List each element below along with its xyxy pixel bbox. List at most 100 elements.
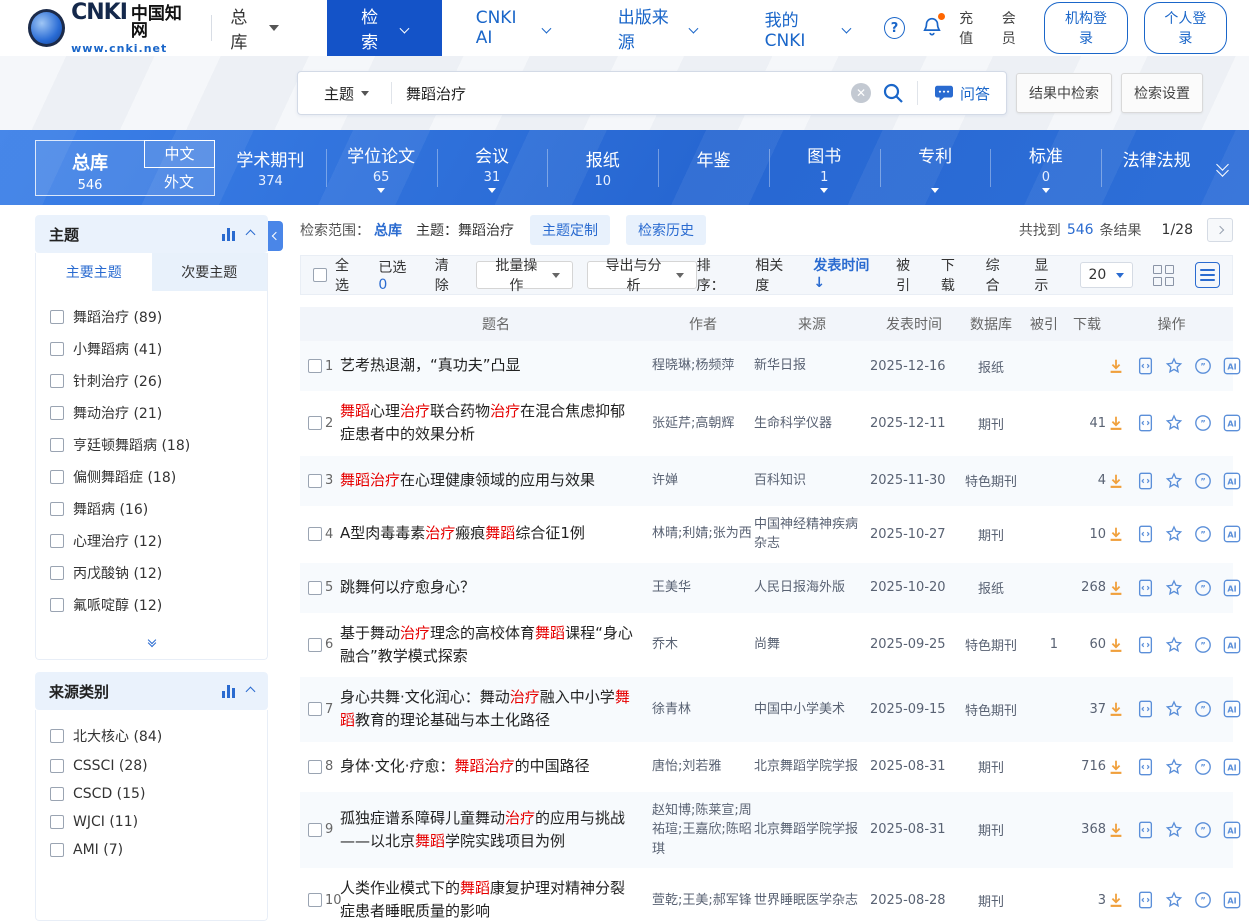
- result-authors[interactable]: 唐怡;刘若雅: [652, 757, 754, 777]
- subject-item-5[interactable]: 偏侧舞蹈症 (18): [36, 461, 267, 493]
- favorite-icon[interactable]: [1164, 524, 1184, 544]
- checkbox[interactable]: [50, 502, 64, 516]
- more-databases-icon[interactable]: [1218, 160, 1227, 175]
- checkbox[interactable]: [50, 374, 64, 388]
- select-all-label[interactable]: 全选: [335, 255, 362, 295]
- checkbox[interactable]: [50, 534, 64, 548]
- result-source[interactable]: 百科知识: [754, 471, 870, 491]
- lang-tab-1[interactable]: 外文: [144, 168, 214, 195]
- db-tab-0[interactable]: 学术期刊374: [215, 140, 326, 196]
- result-source[interactable]: 北京舞蹈学院学报: [754, 757, 870, 777]
- row-checkbox[interactable]: [308, 581, 322, 595]
- favorite-icon[interactable]: [1164, 699, 1184, 719]
- sort-option-3[interactable]: 下载: [941, 255, 968, 295]
- zongku-dropdown[interactable]: 总库: [230, 3, 279, 53]
- org-login-button[interactable]: 机构登录: [1044, 2, 1127, 54]
- result-title-link[interactable]: 跳舞何以疗愈身心？: [340, 576, 652, 599]
- result-authors[interactable]: 林晴;利婧;张为西: [652, 524, 754, 544]
- cnki-logo[interactable]: CNKI 中国知网 www.cnki.net: [28, 2, 195, 54]
- download-icon[interactable]: [1106, 890, 1126, 910]
- nav-item-2[interactable]: 出版来源: [584, 0, 731, 56]
- cite-icon[interactable]: ”: [1193, 356, 1213, 376]
- checkbox[interactable]: [50, 342, 64, 356]
- db-tab-total[interactable]: 总库 546: [36, 141, 144, 195]
- ai-icon[interactable]: AI: [1222, 890, 1242, 910]
- search-in-results-button[interactable]: 结果中检索: [1016, 73, 1112, 113]
- subject-item-0[interactable]: 舞蹈治疗 (89): [36, 301, 267, 333]
- result-title-link[interactable]: 艺考热退潮，“真功夫”凸显: [340, 354, 652, 377]
- ai-icon[interactable]: AI: [1222, 471, 1242, 491]
- result-source[interactable]: 尚舞: [754, 635, 870, 655]
- result-authors[interactable]: 徐青林: [652, 700, 754, 720]
- db-tab-4[interactable]: 年鉴: [658, 140, 769, 196]
- ai-icon[interactable]: AI: [1222, 757, 1242, 777]
- subject-item-6[interactable]: 舞蹈病 (16): [36, 493, 267, 525]
- html-read-icon[interactable]: [1135, 413, 1155, 433]
- scope-db-link[interactable]: 总库: [374, 220, 402, 240]
- lang-tab-0[interactable]: 中文: [144, 140, 215, 169]
- cite-icon[interactable]: ”: [1193, 820, 1213, 840]
- ai-icon[interactable]: AI: [1222, 635, 1242, 655]
- db-tab-1[interactable]: 学位论文65: [326, 136, 437, 199]
- db-tab-6[interactable]: 专利: [880, 136, 991, 199]
- search-history-button[interactable]: 检索历史: [626, 215, 706, 245]
- member-link[interactable]: 会员: [1002, 8, 1029, 48]
- barchart-icon[interactable]: [222, 228, 235, 241]
- download-icon[interactable]: [1106, 699, 1126, 719]
- favorite-icon[interactable]: [1164, 757, 1184, 777]
- barchart-icon[interactable]: [222, 685, 235, 698]
- row-checkbox[interactable]: [308, 893, 322, 907]
- personal-login-button[interactable]: 个人登录: [1144, 2, 1227, 54]
- subject-item-9[interactable]: 氟哌啶醇 (12): [36, 589, 267, 621]
- sort-option-1[interactable]: 发表时间↓: [813, 255, 878, 295]
- db-tab-7[interactable]: 标准0: [990, 136, 1101, 199]
- result-title-link[interactable]: 基于舞动治疗理念的高校体育舞蹈课程“身心融合”教学模式探索: [340, 622, 652, 669]
- cite-icon[interactable]: ”: [1193, 635, 1213, 655]
- clear-search-icon[interactable]: ✕: [851, 83, 871, 103]
- html-read-icon[interactable]: [1135, 356, 1155, 376]
- source-item-0[interactable]: 北大核心 (84): [36, 720, 267, 752]
- checkbox[interactable]: [50, 566, 64, 580]
- result-source[interactable]: 世界睡眠医学杂志: [754, 891, 870, 911]
- next-page-button[interactable]: [1207, 218, 1233, 242]
- result-authors[interactable]: 赵知博;陈莱宣;周祐瑄;王嘉欣;陈昭琪: [652, 801, 754, 860]
- checkbox[interactable]: [50, 470, 64, 484]
- db-tab-3[interactable]: 报纸10: [547, 140, 658, 196]
- subject-item-3[interactable]: 舞动治疗 (21): [36, 397, 267, 429]
- favorite-icon[interactable]: [1164, 890, 1184, 910]
- sort-option-0[interactable]: 相关度: [755, 255, 795, 295]
- source-item-2[interactable]: CSCD (15): [36, 780, 267, 808]
- result-source[interactable]: 新华日报: [754, 356, 870, 376]
- favorite-icon[interactable]: [1164, 471, 1184, 491]
- favorite-icon[interactable]: [1164, 635, 1184, 655]
- nav-item-1[interactable]: CNKI AI: [442, 0, 584, 56]
- checkbox[interactable]: [50, 438, 64, 452]
- html-read-icon[interactable]: [1135, 578, 1155, 598]
- result-title-link[interactable]: 人类作业模式下的舞蹈康复护理对精神分裂症患者睡眠质量的影响: [340, 877, 652, 922]
- download-icon[interactable]: [1106, 757, 1126, 777]
- checkbox[interactable]: [50, 310, 64, 324]
- help-icon[interactable]: ?: [884, 17, 905, 39]
- result-authors[interactable]: 程晓琳;杨频萍: [652, 356, 754, 376]
- subject-tab-0[interactable]: 主要主题: [36, 253, 152, 291]
- db-tab-8[interactable]: 法律法规: [1101, 140, 1212, 196]
- collapse-chevron-icon[interactable]: [246, 686, 256, 696]
- export-analyze-button[interactable]: 导出与分析: [587, 261, 697, 289]
- subject-item-8[interactable]: 丙戊酸钠 (12): [36, 557, 267, 589]
- source-item-1[interactable]: CSSCI (28): [36, 752, 267, 780]
- result-title-link[interactable]: 身体·文化·疗愈：舞蹈治疗的中国路径: [340, 755, 652, 778]
- search-icon[interactable]: [881, 81, 905, 105]
- collapse-chevron-icon[interactable]: [246, 229, 256, 239]
- nav-item-3[interactable]: 我的CNKI: [731, 0, 884, 56]
- checkbox[interactable]: [50, 406, 64, 420]
- qa-button[interactable]: 问答: [917, 81, 1006, 105]
- subject-item-1[interactable]: 小舞蹈病 (41): [36, 333, 267, 365]
- subject-section-header[interactable]: 主题: [35, 215, 268, 253]
- source-category-header[interactable]: 来源类别: [35, 672, 268, 710]
- row-checkbox[interactable]: [308, 702, 322, 716]
- download-icon[interactable]: [1106, 356, 1126, 376]
- result-source[interactable]: 人民日报海外版: [754, 578, 870, 598]
- sort-option-2[interactable]: 被引: [896, 255, 923, 295]
- checkbox[interactable]: [50, 729, 64, 743]
- batch-actions-button[interactable]: 批量操作: [476, 261, 572, 289]
